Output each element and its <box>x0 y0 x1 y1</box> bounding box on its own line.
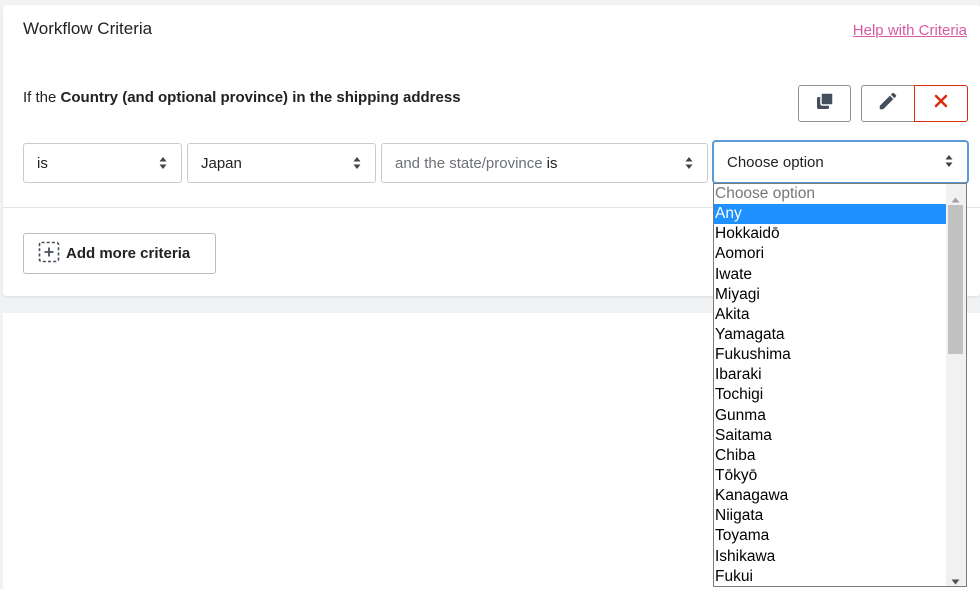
dropdown-option[interactable]: Fukushima <box>714 345 946 365</box>
dropdown-option[interactable]: Aomori <box>714 244 946 264</box>
select-arrows-icon <box>353 156 361 174</box>
operator-value: is <box>37 154 48 172</box>
dropdown-option[interactable]: Niigata <box>714 506 946 526</box>
country-value: Japan <box>201 154 242 172</box>
dropdown-option[interactable]: Saitama <box>714 426 946 446</box>
dropdown-scrollbar[interactable] <box>946 184 966 586</box>
criteria-prefix: If the <box>23 89 57 106</box>
copy-icon <box>816 92 834 115</box>
dropdown-option[interactable]: Ibaraki <box>714 365 946 385</box>
dropdown-option[interactable]: Ishikawa <box>714 547 946 567</box>
state-value: Choose option <box>727 153 824 171</box>
dropdown-option[interactable]: Yamagata <box>714 325 946 345</box>
card-title: Workflow Criteria <box>23 19 153 38</box>
edit-button[interactable] <box>861 85 915 122</box>
delete-button[interactable] <box>914 85 968 122</box>
add-more-criteria-label: Add more criteria <box>66 245 191 262</box>
dropdown-option[interactable]: Toyama <box>714 526 946 546</box>
dropdown-option[interactable]: Any <box>714 204 946 225</box>
select-arrows-icon <box>159 156 167 174</box>
scroll-thumb[interactable] <box>948 205 963 354</box>
state-dropdown-list[interactable]: Choose option Any Hokkaidō Aomori Iwate Miyag… <box>713 183 967 587</box>
dropdown-option[interactable]: Tochigi <box>714 385 946 405</box>
close-icon <box>934 94 948 113</box>
operator-select[interactable]: is <box>23 143 182 183</box>
pencil-icon <box>877 90 899 117</box>
dropdown-option[interactable]: Hokkaidō <box>714 224 946 244</box>
dropdown-option[interactable]: Gunma <box>714 406 946 426</box>
dropdown-option[interactable]: Kanagawa <box>714 486 946 506</box>
criteria-description: If the Country (and optional province) i… <box>23 89 461 106</box>
scroll-down-icon[interactable] <box>951 572 960 586</box>
dropdown-option[interactable]: Miyagi <box>714 285 946 305</box>
dropdown-option[interactable]: Chiba <box>714 446 946 466</box>
province-mode-is: is <box>546 154 558 172</box>
state-select[interactable]: Choose option <box>712 140 969 184</box>
criteria-field: Country (and optional province) in the s… <box>60 89 461 106</box>
country-select[interactable]: Japan <box>187 143 376 183</box>
add-dashed-icon <box>38 241 60 267</box>
add-more-criteria-button[interactable]: Add more criteria <box>23 233 216 274</box>
dropdown-option[interactable]: Fukui <box>714 567 946 586</box>
duplicate-button[interactable] <box>798 85 851 122</box>
dropdown-option[interactable]: Choose option <box>714 184 946 204</box>
province-mode-select[interactable]: and the state/province is <box>381 143 708 183</box>
help-with-criteria-link[interactable]: Help with Criteria <box>853 22 967 39</box>
dropdown-option[interactable]: Tōkyō <box>714 466 946 486</box>
dropdown-option[interactable]: Akita <box>714 305 946 325</box>
dropdown-option[interactable]: Iwate <box>714 265 946 285</box>
province-mode-text: and the state/province <box>395 154 543 172</box>
select-arrows-icon <box>945 154 953 172</box>
select-arrows-icon <box>685 156 693 174</box>
dropdown-options: Choose option Any Hokkaidō Aomori Iwate Miyag… <box>714 184 946 586</box>
